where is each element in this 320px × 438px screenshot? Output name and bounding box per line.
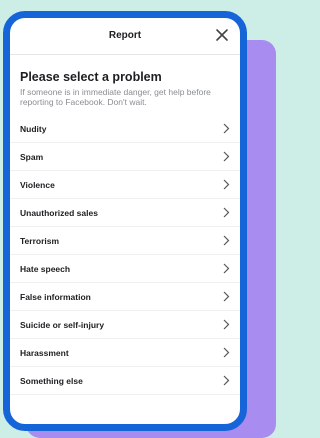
problem-item-spam[interactable]: Spam — [10, 143, 240, 171]
problem-item-nudity[interactable]: Nudity — [10, 115, 240, 143]
problem-item-label: Terrorism — [20, 235, 60, 246]
problem-item-label: Violence — [20, 179, 55, 190]
problem-item-label: Nudity — [20, 123, 47, 134]
report-dialog: Report Please select a problem If someon… — [3, 11, 247, 431]
page-title: Please select a problem — [20, 70, 162, 84]
dialog-header: Report — [10, 18, 240, 55]
problem-item-label: Hate speech — [20, 263, 71, 274]
chevron-right-icon — [223, 319, 230, 330]
chevron-right-icon — [223, 347, 230, 358]
chevron-right-icon — [223, 263, 230, 274]
close-button[interactable] — [214, 27, 230, 43]
problem-item-label: False information — [20, 291, 91, 302]
problem-item-label: Unauthorized sales — [20, 207, 98, 218]
problem-item-suicide-or-self-injury[interactable]: Suicide or self-injury — [10, 311, 240, 339]
problem-item-hate-speech[interactable]: Hate speech — [10, 255, 240, 283]
problem-item-false-information[interactable]: False information — [10, 283, 240, 311]
chevron-right-icon — [223, 235, 230, 246]
problem-item-something-else[interactable]: Something else — [10, 367, 240, 395]
danger-notice: If someone is in immediate danger, get h… — [20, 87, 211, 107]
problem-item-label: Suicide or self-injury — [20, 319, 105, 330]
problem-list: Nudity Spam Violence Unauthorized sales … — [10, 115, 240, 395]
dialog-title: Report — [108, 30, 142, 41]
chevron-right-icon — [223, 291, 230, 302]
chevron-right-icon — [223, 151, 230, 162]
chevron-right-icon — [223, 375, 230, 386]
problem-item-terrorism[interactable]: Terrorism — [10, 227, 240, 255]
problem-item-violence[interactable]: Violence — [10, 171, 240, 199]
problem-item-label: Spam — [20, 151, 44, 162]
close-icon — [216, 29, 228, 41]
problem-item-label: Harassment — [20, 347, 69, 358]
problem-item-harassment[interactable]: Harassment — [10, 339, 240, 367]
problem-item-unauthorized-sales[interactable]: Unauthorized sales — [10, 199, 240, 227]
chevron-right-icon — [223, 123, 230, 134]
chevron-right-icon — [223, 207, 230, 218]
chevron-right-icon — [223, 179, 230, 190]
problem-item-label: Something else — [20, 375, 83, 386]
